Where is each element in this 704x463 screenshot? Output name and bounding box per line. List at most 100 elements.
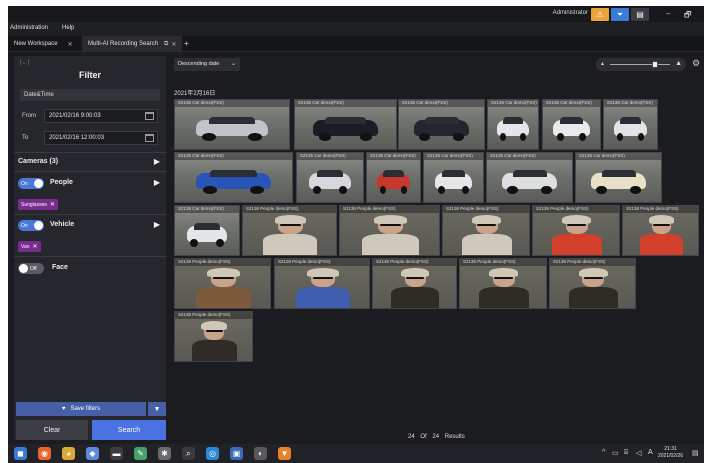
person-result-thumbnail[interactable]: S2136 People demo(FSS) [622, 205, 699, 256]
save-filters-button[interactable]: ♥ Save filters [16, 402, 146, 416]
chevron-right-icon[interactable]: ▶ [154, 220, 160, 229]
vehicle-result-thumbnail[interactable]: S2136 Car demo(FSS) [486, 152, 573, 203]
toggle-knob [34, 179, 43, 188]
terminal-icon[interactable]: ▬ [110, 447, 123, 460]
clear-button[interactable]: Clear [16, 420, 88, 440]
close-icon[interactable]: ✕ [68, 41, 73, 48]
vehicle-result-thumbnail[interactable]: S2136 Car demo(FSS) [575, 152, 662, 203]
chevron-right-icon[interactable]: ▶ [154, 178, 160, 187]
calendar-icon[interactable] [145, 112, 154, 120]
tab-new-workspace[interactable]: New Workspace ✕ [8, 36, 79, 52]
vehicle-toggle[interactable]: On [18, 220, 44, 231]
vehicle-window [316, 169, 344, 177]
vehicle-result-thumbnail[interactable]: S2136 Car demo(FSS) [398, 99, 485, 150]
vehicle-result-thumbnail[interactable]: S2136 Car demo(FSS) [174, 205, 240, 256]
vms-icon[interactable]: ▼ [278, 447, 291, 460]
thumbnail-caption: S2136 People demo(FSS) [243, 206, 336, 213]
vehicle-result-thumbnail[interactable]: S2136 Car demo(FSS) [174, 152, 293, 203]
notifications-icon[interactable]: ▤ [692, 449, 699, 457]
network-icon[interactable]: ⌸ [624, 449, 628, 457]
vehicle-result-thumbnail[interactable]: S2136 Car demo(FSS) [487, 99, 539, 150]
add-tab-button[interactable]: + [184, 39, 189, 48]
remove-chip-icon[interactable]: ✕ [50, 201, 55, 208]
volume-icon[interactable]: ◁ [636, 449, 641, 457]
camera-icon[interactable]: ◎ [206, 447, 219, 460]
media-icon[interactable]: ◐ [254, 447, 267, 460]
chip-label: Sunglasses [21, 201, 47, 208]
current-user[interactable]: Administrator [553, 10, 588, 16]
from-date-input[interactable]: 2021/02/16 9:00:03 [44, 109, 158, 123]
menu-help[interactable]: Help [62, 25, 74, 31]
paint-icon[interactable]: ✎ [134, 447, 147, 460]
menu-administration[interactable]: Administration [10, 25, 48, 31]
alert-icon[interactable]: ⚠ [591, 8, 609, 21]
slider-thumb[interactable] [652, 61, 658, 68]
cameras-row[interactable]: Cameras (3) ▶ [14, 155, 166, 169]
person-torso [461, 234, 512, 255]
person-result-thumbnail[interactable]: S2136 People demo(FSS) [532, 205, 620, 256]
person-result-thumbnail[interactable]: S2136 People demo(FSS) [174, 311, 253, 362]
thumbnail-caption: S2136 Car demo(FSS) [604, 100, 657, 107]
settings-icon[interactable]: ✱ [158, 447, 171, 460]
vehicle-result-thumbnail[interactable]: S2136 Car demo(FSS) [296, 152, 364, 203]
remove-chip-icon[interactable]: ✕ [33, 243, 38, 250]
collapse-panel-icon[interactable]: |←| [20, 60, 29, 66]
wheel [379, 186, 387, 195]
sunglasses-chip[interactable]: Sunglasses ✕ [18, 199, 58, 210]
to-date-input[interactable]: 2021/02/16 12:00:03 [44, 131, 158, 145]
toggle-knob [19, 264, 28, 273]
person-result-thumbnail[interactable]: S2136 People demo(FSS) [339, 205, 440, 256]
restore-button[interactable]: 🗗 [684, 9, 692, 23]
chevron-right-icon[interactable]: ▶ [154, 157, 160, 166]
person-result-thumbnail[interactable]: S2136 People demo(FSS) [549, 258, 636, 309]
vehicle-window [503, 116, 523, 124]
vehicle-result-thumbnail[interactable]: S2136 Car demo(FSS) [603, 99, 658, 150]
van-chip[interactable]: Van ✕ [18, 241, 41, 252]
vehicle-result-thumbnail[interactable]: S2136 Car demo(FSS) [366, 152, 421, 203]
search-button[interactable]: Search [92, 420, 166, 440]
face-toggle[interactable]: Off [18, 263, 44, 274]
close-icon[interactable]: ✕ [171, 41, 176, 48]
sort-order-select[interactable]: Descending date ⌄ [174, 58, 240, 71]
toggle-knob [34, 221, 43, 230]
language-indicator[interactable]: A [648, 449, 653, 456]
person-result-thumbnail[interactable]: S2136 People demo(FSS) [372, 258, 457, 309]
toggle-state: On [21, 180, 28, 187]
monitor-icon[interactable]: ▣ [230, 447, 243, 460]
vehicle-result-thumbnail[interactable]: S2136 Car demo(FSS) [542, 99, 601, 150]
save-options-dropdown[interactable]: ▼ [148, 402, 166, 416]
person-hat [201, 320, 228, 330]
vehicle-result-thumbnail[interactable]: S2136 Car demo(FSS) [174, 99, 290, 150]
minimize-button[interactable]: – [666, 9, 670, 18]
face-row: Off Face [14, 260, 166, 276]
person-result-thumbnail[interactable]: S2136 People demo(FSS) [274, 258, 370, 309]
vehicle-result-thumbnail[interactable]: S2136 Car demo(FSS) [423, 152, 484, 203]
windows-start-icon[interactable]: ◼ [14, 447, 27, 460]
person-torso [191, 340, 237, 361]
search-tool-icon[interactable]: ⌕ [182, 447, 195, 460]
results-counter: 24 Of 24 Results [408, 434, 465, 440]
display-icon[interactable]: ▭ [612, 449, 619, 457]
thumbnail-size-slider[interactable]: ▲ ▲ [596, 58, 686, 71]
vehicle-result-thumbnail[interactable]: S2136 Car demo(FSS) [294, 99, 397, 150]
person-result-thumbnail[interactable]: S2136 People demo(FSS) [459, 258, 547, 309]
thumbnail-caption: S2136 Car demo(FSS) [297, 153, 363, 160]
gear-icon[interactable]: ⚙ [692, 58, 700, 69]
firefox-icon[interactable]: ◉ [38, 447, 51, 460]
layout-icon[interactable]: ▤ [631, 8, 649, 21]
person-result-thumbnail[interactable]: S2136 People demo(FSS) [242, 205, 337, 256]
people-toggle[interactable]: On [18, 178, 44, 189]
app-icon[interactable]: ◆ [86, 447, 99, 460]
tab-multi-ai-search[interactable]: Multi-AI Recording Search ⧉ ✕ [82, 36, 183, 52]
calendar-icon[interactable] [145, 134, 154, 142]
chrome-icon[interactable]: ◕ [62, 447, 75, 460]
person-result-thumbnail[interactable]: S2136 People demo(FSS) [442, 205, 530, 256]
wheel [400, 186, 408, 195]
person-result-thumbnail[interactable]: S2136 People demo(FSS) [174, 258, 271, 309]
tray-expand-icon[interactable]: ^ [602, 449, 605, 456]
system-clock[interactable]: 21:31 2021/02/26 [658, 446, 683, 460]
thumbnail-caption: S2136 Car demo(FSS) [543, 100, 600, 107]
filter-icon[interactable]: ⏷ [611, 8, 629, 21]
datetime-section[interactable]: Date&Time [20, 89, 160, 101]
popout-icon[interactable]: ⧉ [164, 41, 168, 48]
